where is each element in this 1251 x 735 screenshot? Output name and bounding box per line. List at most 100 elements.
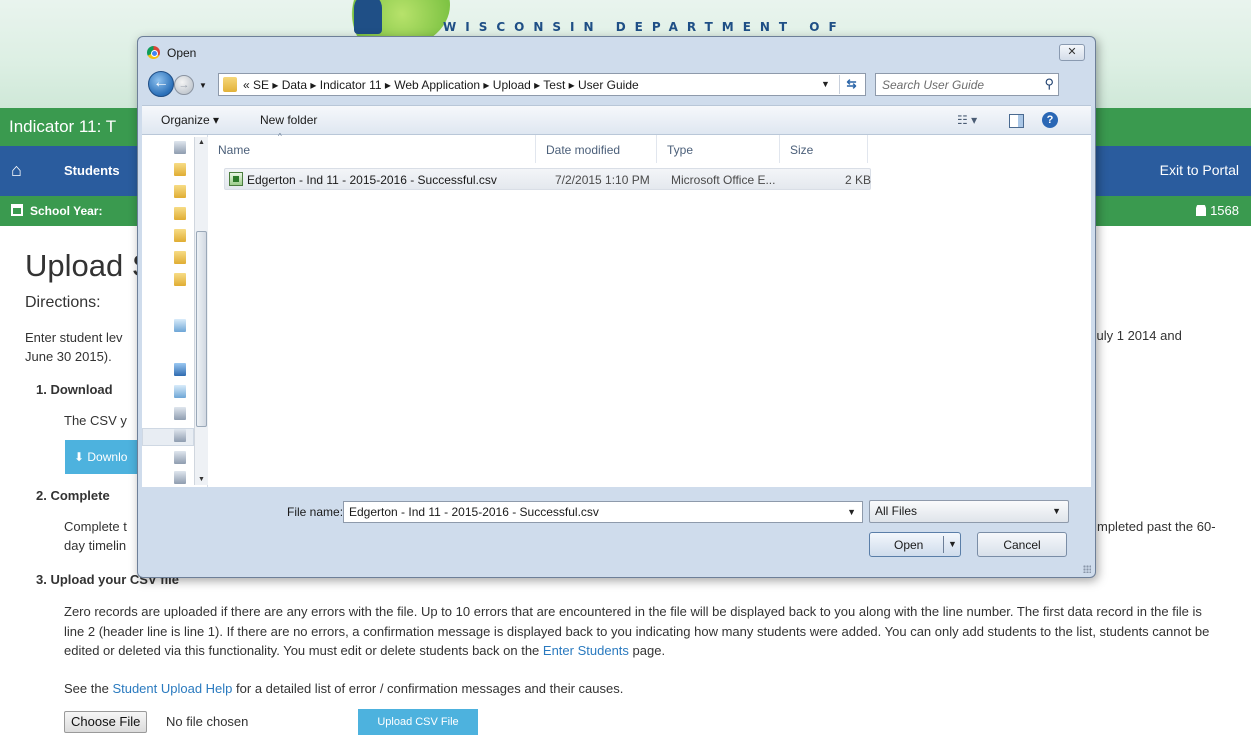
column-header-type[interactable]: Type [657,135,780,163]
chevron-down-icon: ▼ [1052,506,1061,516]
navigation-pane[interactable]: ▲ ▼ [142,135,208,487]
home-icon[interactable]: ⌂ [11,161,27,179]
logo-figure [354,0,382,34]
step-2-text-line-2: day timelin [64,538,127,553]
computer-icon[interactable] [174,363,186,376]
step-3-paragraph: Zero records are uploaded if there are a… [64,602,1224,661]
search-input[interactable]: Search User Guide ⚲ [875,73,1059,96]
network-drive-icon[interactable] [174,471,186,484]
back-arrow-icon[interactable]: ← [148,71,174,97]
drive-icon[interactable] [174,141,186,154]
scroll-down-icon[interactable]: ▼ [198,476,205,483]
file-row[interactable]: Edgerton - Ind 11 - 2015-2016 - Successf… [224,168,871,190]
school-year-label: School Year: [30,204,103,218]
download-template-button[interactable]: ⬇ Downlo [65,440,140,474]
open-button-label: Open [894,538,924,552]
scrollbar-thumb[interactable] [196,231,207,427]
help-icon[interactable]: ? [1042,112,1058,128]
intro-line-2: June 30 2015). [25,349,112,364]
chevron-down-icon[interactable]: ▼ [847,507,856,517]
directions-heading: Directions: [25,294,101,311]
upload-csv-button[interactable]: Upload CSV File [358,709,478,735]
file-type-select[interactable]: All Files ▼ [869,500,1069,523]
forward-arrow-icon[interactable]: → [174,75,194,95]
folder-icon[interactable] [174,229,186,242]
library-icon[interactable] [174,319,186,332]
exit-to-portal-link[interactable]: Exit to Portal [1160,162,1239,178]
nav-selected-item[interactable] [142,428,194,446]
file-date-modified: 7/2/2015 1:10 PM [555,173,650,187]
step-2-text-right: mpleted past the 60- [1097,519,1216,534]
step-1-text: The CSV y [64,413,127,428]
nav-students[interactable]: Students [64,163,120,178]
folder-icon[interactable] [174,207,186,220]
folder-icon[interactable] [174,163,186,176]
file-name-label: File name: [287,505,344,519]
intro-line-1: Enter student lev [25,330,123,345]
chrome-icon [147,46,160,59]
file-size: 2 KB [845,173,872,187]
column-header-size[interactable]: Size [780,135,868,163]
new-folder-button[interactable]: New folder [260,113,317,127]
intro-text: Enter student lev June 30 2015). [25,328,135,366]
intro-text-right: July 1 2014 and [1090,328,1182,343]
user-count-value: 1568 [1210,203,1239,218]
step-1-title: 1. Download [36,382,113,397]
user-count[interactable]: 1568 [1196,203,1239,218]
calendar-icon [11,204,23,216]
address-bar[interactable]: « SE ▸ Data ▸ Indicator 11 ▸ Web Applica… [218,73,866,96]
network-drive-icon[interactable] [174,429,186,442]
file-name-input[interactable]: Edgerton - Ind 11 - 2015-2016 - Successf… [343,501,863,523]
dialog-titlebar[interactable]: Open ✕ [138,37,1095,67]
scroll-up-icon[interactable]: ▲ [198,139,205,146]
chevron-down-icon[interactable]: ▼ [948,539,957,549]
file-list[interactable]: ^ Name Date modified Type Size Edgerton -… [208,132,1091,487]
organize-menu[interactable]: Organize ▾ [161,113,219,127]
network-drive-icon[interactable] [174,451,186,464]
address-row: ← → ▼ « SE ▸ Data ▸ Indicator 11 ▸ Web A… [138,70,1095,100]
folder-icon[interactable] [174,185,186,198]
step-3-text-end: page. [628,643,666,658]
split-divider [943,536,944,553]
search-icon[interactable]: ⚲ [1044,76,1054,92]
column-header-name[interactable]: ^ Name [208,132,536,163]
folder-icon [223,77,237,92]
enter-students-link[interactable]: Enter Students [543,643,629,658]
nav-pane-scrollbar[interactable]: ▲ ▼ [194,137,208,485]
user-icon [1196,205,1207,216]
folder-icon[interactable] [174,251,186,264]
csv-file-icon [229,172,243,186]
step-2-text-line-1: Complete t [64,519,127,534]
sort-indicator-icon: ^ [278,132,282,141]
preview-pane-icon[interactable] [1009,114,1024,128]
open-button[interactable]: Open ▼ [869,532,961,557]
network-drive-icon[interactable] [174,385,186,398]
help-text-start: See the [64,681,113,696]
step-2-title: 2. Complete [36,488,110,503]
dialog-title: Open [167,46,197,60]
recent-locations-dropdown[interactable]: ▼ [199,81,207,90]
download-button-label: Downlo [87,450,128,464]
column-header-date[interactable]: Date modified [536,135,657,163]
resize-grip[interactable] [1083,565,1091,573]
dialog-toolbar: Organize ▾ New folder ☷ ▾ ? [142,105,1091,135]
file-type-value: All Files [875,504,918,518]
page-title: Upload S [25,248,153,283]
no-file-chosen-text: No file chosen [166,714,249,729]
address-dropdown[interactable]: ▼ [821,79,830,89]
banner-title: WISCONSIN DEPARTMENT OF [443,20,846,34]
help-text-end: for a detailed list of error / confirmat… [232,681,624,696]
network-drive-icon[interactable] [174,407,186,420]
folder-icon[interactable] [174,273,186,286]
choose-file-button[interactable]: Choose File [64,711,148,733]
cancel-button[interactable]: Cancel [977,532,1067,557]
file-type: Microsoft Office E... [671,173,776,187]
refresh-icon[interactable]: ⇆ [839,75,863,94]
help-line: See the Student Upload Help for a detail… [64,681,623,696]
breadcrumb[interactable]: « SE ▸ Data ▸ Indicator 11 ▸ Web Applica… [243,78,639,92]
close-button[interactable]: ✕ [1059,44,1085,61]
app-title: Indicator 11: T [9,117,117,136]
view-icon[interactable]: ☷ ▾ [957,113,977,127]
student-upload-help-link[interactable]: Student Upload Help [112,681,232,696]
file-name-value: Edgerton - Ind 11 - 2015-2016 - Successf… [349,505,599,519]
